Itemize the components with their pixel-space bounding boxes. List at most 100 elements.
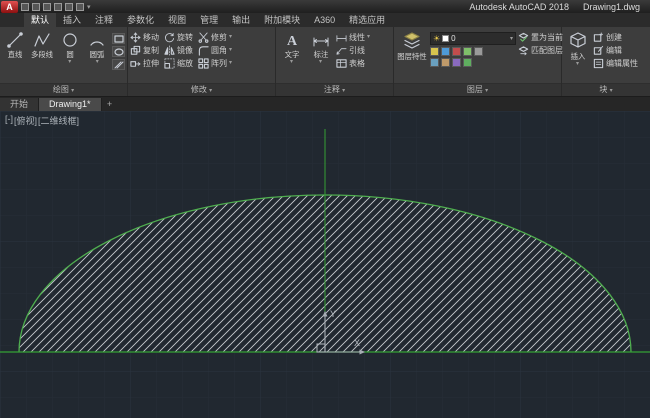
circle-button[interactable]: 圆 ▾ (57, 29, 83, 65)
panel-draw-footer[interactable]: 绘图 ▾ (0, 83, 127, 96)
polyline-icon (34, 33, 50, 47)
ribbon-tab-insert[interactable]: 插入 (56, 13, 88, 27)
ribbon-tab-featured-apps[interactable]: 精选应用 (342, 13, 392, 27)
insert-block-button[interactable]: 插入 ▾ (564, 29, 591, 67)
layer-isolate-icon[interactable] (463, 47, 472, 56)
viewport-control-minus[interactable]: [-] (5, 114, 13, 127)
edit-block-button[interactable]: 编辑 (593, 45, 638, 56)
viewport-controls: [-] [俯视] [二维线框] (5, 114, 79, 127)
linear-dim-icon (336, 35, 347, 42)
edit-attributes-button[interactable]: 编辑属性 (593, 58, 638, 69)
autocad-logo-letter: A (6, 1, 13, 12)
stretch-icon (130, 61, 141, 67)
text-dropdown-icon[interactable]: ▾ (290, 59, 293, 65)
move-button[interactable]: 移动 (130, 32, 159, 43)
match-layer-button[interactable]: 匹配图层 (518, 45, 563, 56)
array-dropdown-icon[interactable]: ▾ (229, 60, 232, 66)
fillet-dropdown-icon[interactable]: ▾ (229, 47, 232, 53)
polyline-button[interactable]: 多段线 (30, 29, 56, 60)
array-button[interactable]: 阵列 ▾ (198, 58, 232, 69)
layer-freeze-icon[interactable] (441, 47, 450, 56)
leader-button[interactable]: 引线 (336, 45, 370, 56)
trim-dropdown-icon[interactable]: ▾ (229, 34, 232, 40)
layer-tools-row (430, 47, 516, 56)
linear-dim-button[interactable]: 线性 ▾ (336, 32, 370, 43)
quick-access-toolbar: ▾ (21, 2, 91, 11)
qat-dropdown-icon[interactable]: ▾ (87, 3, 91, 11)
panel-modify: 移动 旋转 修剪 ▾ 复制 镜像 圆角 ▾ 拉伸 缩放 阵列 ▾ 修改 ▾ (128, 27, 276, 96)
ucs-x-label: X (354, 338, 360, 348)
layer-off-icon[interactable] (430, 47, 439, 56)
ribbon-tab-manage[interactable]: 管理 (193, 13, 225, 27)
mirror-button[interactable]: 镜像 (164, 45, 193, 56)
ellipse-tool-button[interactable] (112, 46, 125, 57)
ribbon-tab-addins[interactable]: 附加模块 (257, 13, 307, 27)
layer-lock-icon[interactable] (452, 47, 461, 56)
ribbon-tab-view[interactable]: 视图 (161, 13, 193, 27)
hatch-tool-button[interactable] (112, 59, 125, 70)
layer-unisolate-icon[interactable] (474, 47, 483, 56)
ribbon: 直线 多段线 圆 ▾ 圆弧 ▾ 绘图 ▾ 移动 旋转 修剪 ▾ 复制 镜像 圆角… (0, 27, 650, 97)
dimension-button[interactable]: 标注 ▾ (307, 29, 334, 65)
rectangle-tool-button[interactable] (112, 33, 125, 44)
panel-block-footer[interactable]: 块 ▾ (562, 83, 650, 96)
arc-button[interactable]: 圆弧 ▾ (85, 29, 111, 65)
copy-button[interactable]: 复制 (130, 45, 159, 56)
text-icon: A (286, 34, 297, 49)
layer-properties-icon (404, 32, 420, 49)
panel-layers-footer[interactable]: 图层 ▾ (394, 83, 561, 96)
insert-block-icon (569, 32, 586, 48)
dimension-dropdown-icon[interactable]: ▾ (319, 59, 322, 65)
edit-block-icon (593, 45, 604, 55)
new-file-icon[interactable] (21, 2, 29, 11)
arc-dropdown-icon[interactable]: ▾ (96, 59, 99, 65)
panel-annotate-footer[interactable]: 注释 ▾ (276, 83, 393, 96)
layer-prev-icon[interactable] (463, 58, 472, 67)
print-icon[interactable] (54, 2, 62, 11)
ribbon-tab-output[interactable]: 输出 (225, 13, 257, 27)
layer-walk-icon[interactable] (430, 58, 439, 67)
panel-expand-icon: ▾ (342, 88, 346, 94)
layer-on-all-icon[interactable] (452, 58, 461, 67)
layer-tools-row-2 (430, 58, 516, 67)
circle-dropdown-icon[interactable]: ▾ (68, 59, 71, 65)
ribbon-tab-annotate[interactable]: 注释 (88, 13, 120, 27)
undo-icon[interactable] (65, 2, 73, 11)
ribbon-tab-parametric[interactable]: 参数化 (120, 13, 161, 27)
redo-icon[interactable] (76, 2, 84, 11)
panel-block: 插入 ▾ 创建 编辑 编辑属性 块 ▾ (562, 27, 650, 96)
panel-modify-footer[interactable]: 修改 ▾ (128, 83, 275, 96)
text-button[interactable]: A 文字 ▾ (278, 29, 305, 65)
create-block-button[interactable]: 创建 (593, 32, 638, 43)
viewport-control-view[interactable]: [俯视] (14, 114, 37, 127)
rotate-button[interactable]: 旋转 (164, 32, 193, 43)
layer-dropdown[interactable]: ☀ 0 ▾ (430, 32, 516, 45)
open-file-icon[interactable] (32, 2, 40, 11)
viewport-control-visualstyle[interactable]: [二维线框] (38, 114, 79, 127)
linear-dropdown-icon[interactable]: ▾ (367, 34, 370, 40)
leader-icon (336, 48, 347, 55)
set-current-layer-button[interactable]: 置为当前 (518, 32, 563, 43)
insert-dropdown-icon[interactable]: ▾ (576, 61, 579, 67)
save-icon[interactable] (43, 2, 51, 11)
layer-properties-button[interactable]: 图层特性 (396, 29, 428, 62)
file-tab-drawing1[interactable]: Drawing1* (39, 98, 102, 111)
ucs-y-label: Y (330, 309, 336, 319)
ribbon-tab-a360[interactable]: A360 (307, 13, 342, 27)
fillet-button[interactable]: 圆角 ▾ (198, 45, 232, 56)
app-menu-button[interactable]: A (1, 0, 18, 13)
table-button[interactable]: 表格 (336, 58, 370, 69)
drawing-canvas[interactable]: Y X (0, 111, 650, 418)
panel-expand-icon: ▾ (485, 88, 489, 94)
copy-icon (130, 45, 141, 55)
scale-button[interactable]: 缩放 (164, 58, 193, 69)
layer-thaw-icon[interactable] (441, 58, 450, 67)
new-drawing-tab-button[interactable]: + (102, 98, 118, 111)
trim-icon (198, 32, 209, 43)
drawing-area[interactable]: [-] [俯视] [二维线框] Y X (0, 111, 650, 418)
line-button[interactable]: 直线 (2, 29, 28, 60)
trim-button[interactable]: 修剪 ▾ (198, 32, 232, 43)
stretch-button[interactable]: 拉伸 (130, 58, 159, 69)
file-tab-start[interactable]: 开始 (0, 98, 40, 111)
ribbon-tab-home[interactable]: 默认 (24, 13, 57, 27)
